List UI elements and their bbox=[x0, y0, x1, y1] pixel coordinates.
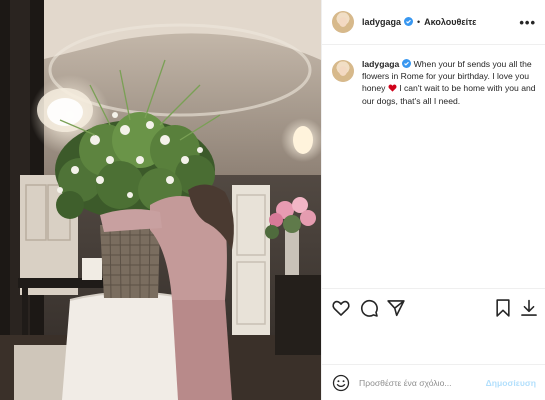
verified-badge-icon bbox=[402, 59, 412, 68]
post-caption: ladygaga When your bf sends you all the … bbox=[332, 58, 538, 107]
bookmark-icon bbox=[496, 299, 510, 317]
flowers-hug-photo bbox=[0, 0, 321, 400]
following-button[interactable]: Ακολουθείτε bbox=[424, 17, 476, 27]
download-button[interactable] bbox=[519, 298, 539, 318]
header-username[interactable]: ladygaga bbox=[362, 17, 414, 27]
save-button[interactable] bbox=[493, 298, 513, 318]
verified-badge-icon bbox=[404, 17, 414, 26]
post-comment-button[interactable]: Δημοσίευση bbox=[486, 378, 536, 388]
caption-username[interactable]: ladygaga bbox=[362, 59, 399, 69]
add-comment-bar: Δημοσίευση bbox=[322, 364, 545, 400]
avatar[interactable] bbox=[332, 11, 354, 33]
emoji-button[interactable] bbox=[332, 374, 350, 392]
username-text[interactable]: ladygaga bbox=[362, 17, 401, 27]
red-heart-emoji-icon bbox=[388, 84, 397, 93]
comment-button[interactable] bbox=[359, 298, 379, 318]
share-button[interactable] bbox=[386, 298, 406, 318]
smiley-icon bbox=[332, 374, 350, 391]
post-photo[interactable] bbox=[0, 0, 321, 400]
heart-outline-icon bbox=[332, 300, 350, 316]
comment-bubble-icon bbox=[361, 299, 378, 317]
post-actions-bar bbox=[322, 288, 545, 328]
post-side-panel: ladygaga • Ακολουθείτε ••• ladygaga When… bbox=[321, 0, 545, 400]
download-icon bbox=[521, 299, 537, 316]
separator-dot: • bbox=[417, 17, 421, 27]
caption-avatar[interactable] bbox=[332, 60, 354, 82]
paper-plane-icon bbox=[387, 300, 405, 317]
post-header: ladygaga • Ακολουθείτε ••• bbox=[322, 0, 545, 45]
like-button[interactable] bbox=[331, 298, 351, 318]
comment-input[interactable] bbox=[359, 377, 486, 388]
caption-text: ladygaga When your bf sends you all the … bbox=[362, 58, 538, 107]
more-options-icon[interactable]: ••• bbox=[519, 16, 536, 29]
